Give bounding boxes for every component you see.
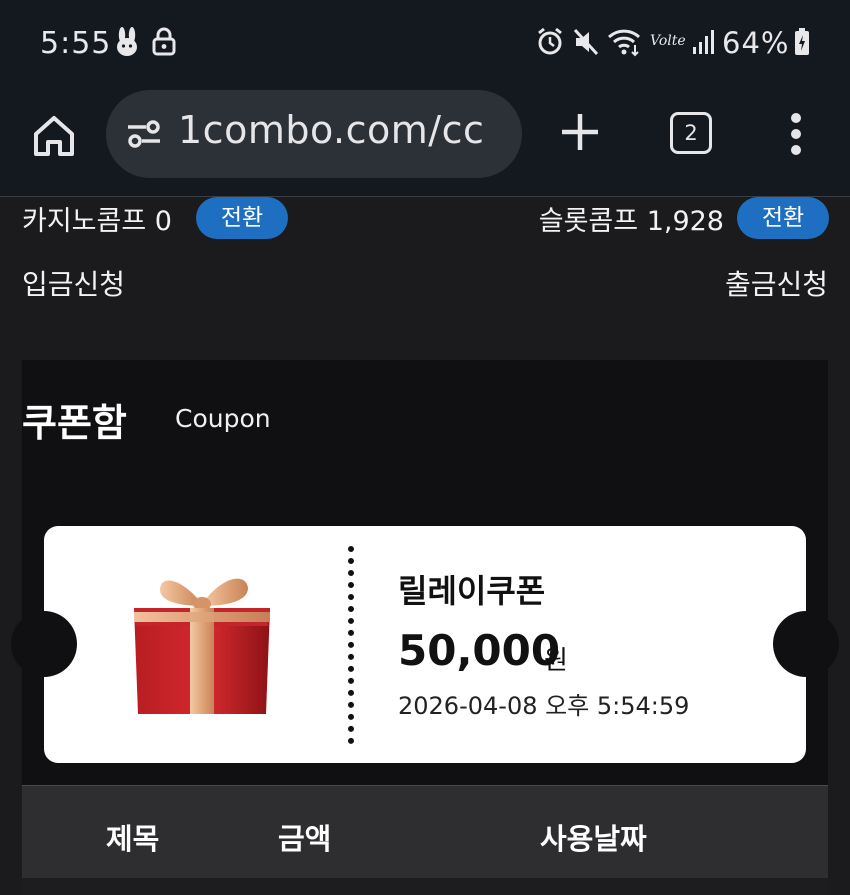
url-text: 1combo.com/cc <box>178 108 485 152</box>
ticket-notch-right <box>773 611 839 677</box>
column-header-amount: 금액 <box>278 822 332 856</box>
comp-row: 카지노콤프 0 전환 슬롯콤프 1,928 전환 <box>0 197 850 245</box>
new-tab-button[interactable] <box>558 110 602 154</box>
signal-icon <box>692 27 716 61</box>
battery-percent: 64% <box>722 26 790 60</box>
casino-comp-label: 카지노콤프 0 <box>22 206 172 237</box>
withdraw-request-link[interactable]: 출금신청 <box>725 263 828 303</box>
browser-menu-button[interactable] <box>788 110 804 158</box>
coupon-name: 릴레이쿠폰 <box>398 572 546 610</box>
status-time: 5:55 <box>40 26 112 61</box>
wifi-icon <box>606 27 642 61</box>
screen: 5:55 Volte 64% 1combo.com/cc 2 카지노콤프 0 전… <box>0 0 850 895</box>
column-header-used-date: 사용날짜 <box>540 822 647 856</box>
coupon-currency-unit: 원 <box>544 646 568 676</box>
ticket-perforation <box>348 546 354 744</box>
coupon-subtitle: Coupon <box>175 404 271 433</box>
coupon-title: 쿠폰함 <box>22 401 127 445</box>
slot-convert-button[interactable]: 전환 <box>737 197 829 239</box>
coupon-table-header: 제목 금액 사용날짜 <box>22 785 828 878</box>
mute-icon <box>572 27 600 61</box>
coupon-date: 2026-04-08 오후 5:54:59 <box>398 692 690 720</box>
address-bar[interactable]: 1combo.com/cc <box>106 90 522 178</box>
site-settings-icon[interactable] <box>126 118 162 154</box>
tab-switcher-button[interactable]: 2 <box>670 112 712 154</box>
bunny-icon <box>114 27 140 61</box>
gift-box-icon <box>130 568 274 718</box>
alarm-icon <box>536 27 564 61</box>
coupon-amount: 50,000 <box>398 626 561 675</box>
volte-icon: Volte <box>650 33 686 49</box>
plus-icon <box>562 114 598 150</box>
deposit-request-link[interactable]: 입금신청 <box>22 263 125 303</box>
coupon-ticket[interactable]: 릴레이쿠폰 50,000 원 2026-04-08 오후 5:54:59 <box>11 526 839 763</box>
home-icon <box>34 116 74 156</box>
column-header-title: 제목 <box>106 822 160 856</box>
casino-convert-button[interactable]: 전환 <box>196 197 288 239</box>
table-row <box>22 878 828 895</box>
lock-icon <box>152 27 176 61</box>
battery-icon <box>794 27 810 61</box>
page-content: 카지노콤프 0 전환 슬롯콤프 1,928 전환 입금신청 출금신청 쿠폰함 C… <box>0 197 850 895</box>
coupon-panel: 쿠폰함 Coupon 릴레이쿠폰 50,000 원 2026-04-08 오후 … <box>11 360 839 895</box>
slot-comp-label: 슬롯콤프 1,928 <box>538 206 724 237</box>
status-bar: 5:55 Volte 64% <box>0 0 850 88</box>
browser-toolbar: 1combo.com/cc 2 <box>0 88 850 197</box>
ticket-notch-left <box>11 611 77 677</box>
more-vert-icon <box>791 113 801 155</box>
home-button[interactable] <box>30 112 78 160</box>
